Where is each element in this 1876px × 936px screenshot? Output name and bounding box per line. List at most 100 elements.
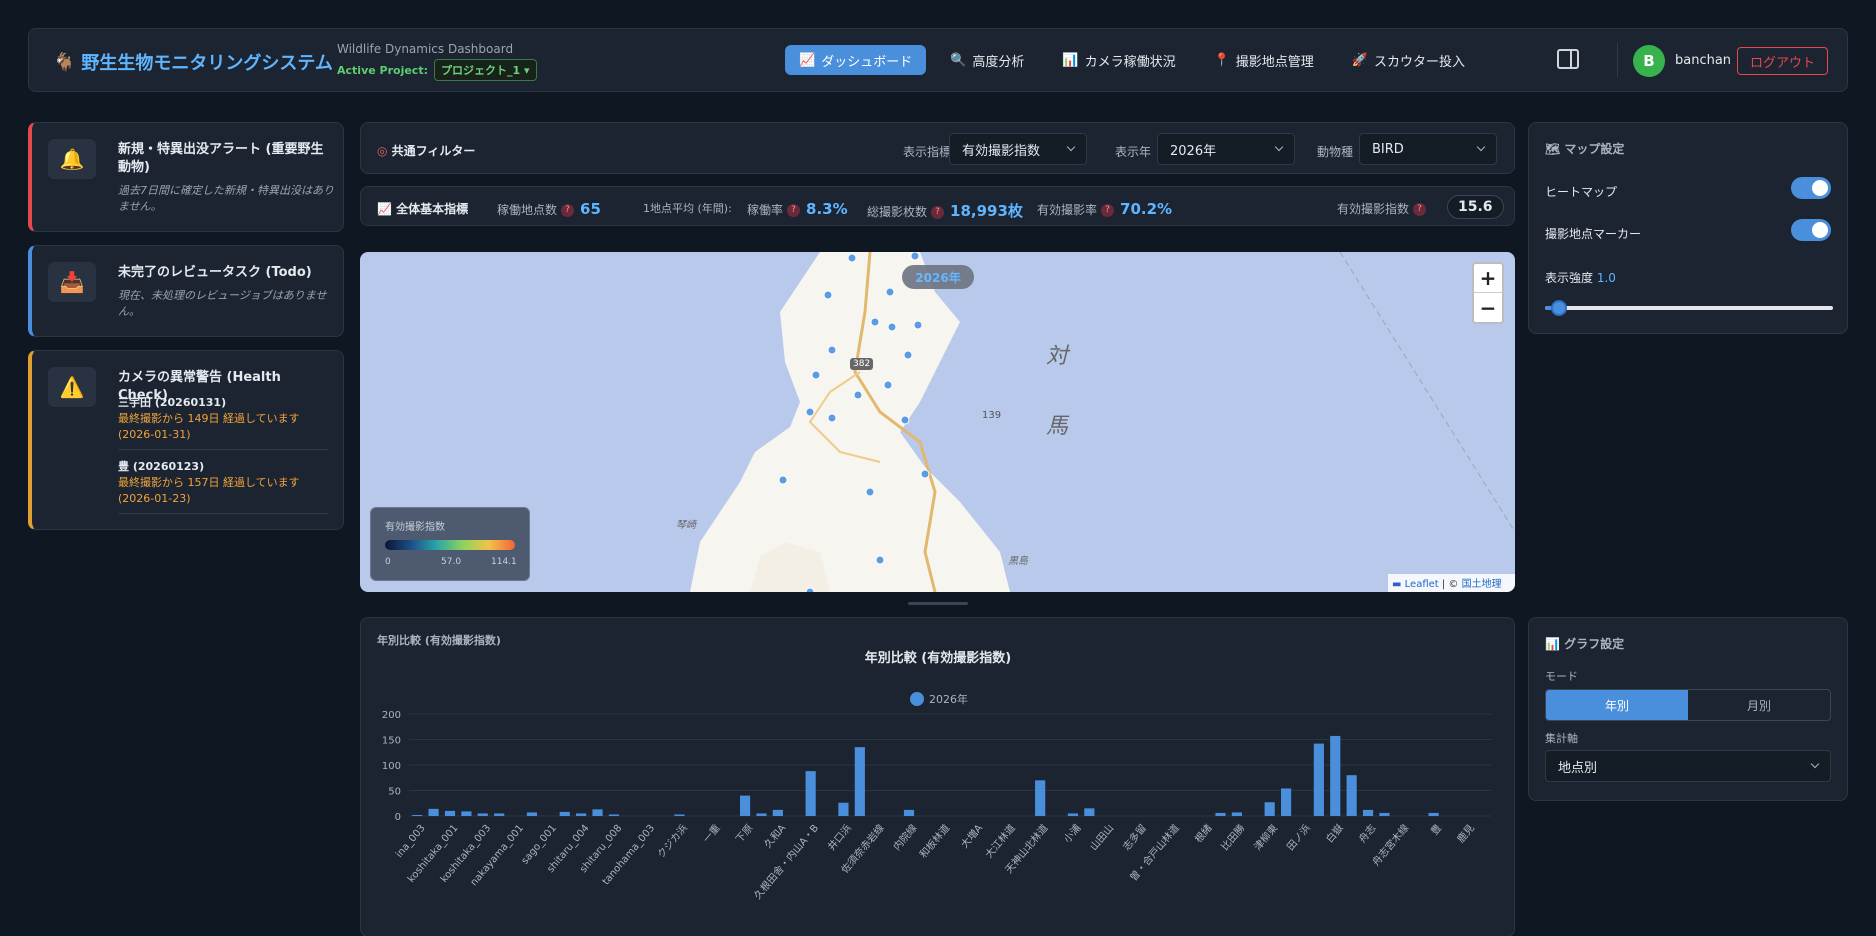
legend-mid: 57.0 bbox=[441, 557, 462, 567]
x-tick-label: 久根田舎・内山A・B bbox=[751, 821, 821, 901]
map-label: 琴崎 bbox=[676, 520, 696, 531]
index-value-pill: 15.6 bbox=[1447, 195, 1504, 219]
bar bbox=[412, 814, 423, 816]
bar bbox=[805, 771, 816, 816]
camera-warning: 最終撮影から 157日 経過しています (2026-01-23) bbox=[118, 476, 300, 505]
logout-button[interactable]: ログアウト bbox=[1737, 47, 1829, 75]
map-label: 対 bbox=[1046, 344, 1069, 369]
axis-select[interactable]: 地点別 bbox=[1545, 750, 1831, 782]
intensity-label: 表示強度 bbox=[1545, 271, 1594, 285]
map-canvas[interactable] bbox=[360, 252, 1515, 592]
graph-settings-panel: 📊 グラフ設定 モード 年別 月別 集計軸 地点別 bbox=[1528, 617, 1848, 801]
resize-handle[interactable] bbox=[908, 602, 968, 605]
help-icon[interactable]: ? bbox=[1101, 204, 1115, 217]
attribution-sep: | © bbox=[1438, 579, 1462, 590]
username: banchan bbox=[1675, 53, 1732, 68]
island-landmass bbox=[690, 252, 1010, 592]
y-tick-label: 100 bbox=[382, 761, 401, 772]
map-label: 139 bbox=[982, 410, 1002, 421]
graph-settings-title-wrap: 📊 グラフ設定 bbox=[1545, 635, 1624, 652]
year-select-value: 2026年 bbox=[1170, 143, 1217, 159]
avatar[interactable]: B bbox=[1633, 45, 1665, 77]
x-tick-label: 下原 bbox=[734, 822, 756, 845]
map-year-badge: 2026年 bbox=[902, 265, 974, 289]
legend-gradient bbox=[385, 540, 515, 550]
species-select[interactable]: BIRD bbox=[1359, 133, 1497, 165]
metric-valid-rate: 有効撮影率? 70.2% bbox=[1037, 200, 1172, 218]
heatmap-toggle[interactable] bbox=[1791, 177, 1831, 199]
help-icon[interactable]: ? bbox=[787, 204, 801, 217]
bar-chart-icon: 📊 bbox=[1545, 637, 1560, 651]
sidebar-toggle-icon[interactable] bbox=[1557, 49, 1579, 69]
bar bbox=[559, 811, 570, 816]
chevron-down-icon bbox=[1274, 142, 1284, 152]
main-nav: 📈 ダッシュボード 🔍 高度分析 📊 カメラ稼働状況 📍 撮影地点管理 🚀 スカウター投入 bbox=[785, 45, 1479, 75]
legend-min: 0 bbox=[385, 557, 391, 567]
metric-index: 有効撮影指数? bbox=[1337, 200, 1427, 217]
map-icon: 🗺 bbox=[1545, 142, 1561, 156]
metric-label: 稼働率 bbox=[747, 203, 784, 217]
card-title: 未完了のレビュータスク (Todo) bbox=[118, 265, 312, 280]
metric-select[interactable]: 有効撮影指数 bbox=[949, 133, 1087, 165]
y-tick-label: 200 bbox=[382, 710, 401, 721]
bar bbox=[1067, 813, 1079, 816]
health-item[interactable]: 三宇田 (20260131) 最終撮影から 149日 経過しています (2026… bbox=[118, 395, 328, 450]
nav-label: ダッシュボード bbox=[821, 54, 913, 70]
health-item[interactable]: 豊 (20260123) 最終撮影から 157日 経過しています (2026-0… bbox=[118, 459, 328, 514]
metric-select-value: 有効撮影指数 bbox=[962, 143, 1041, 159]
help-icon[interactable]: ? bbox=[931, 206, 945, 219]
bar bbox=[608, 814, 620, 816]
camera-name: 豊 (20260123) bbox=[118, 460, 205, 473]
nav-scouter[interactable]: 🚀 スカウター投入 bbox=[1338, 45, 1479, 75]
intensity-value: 1.0 bbox=[1596, 271, 1616, 285]
nav-label: 撮影地点管理 bbox=[1235, 54, 1314, 70]
bar bbox=[772, 809, 783, 816]
metric-label: 有効撮影率 bbox=[1037, 203, 1098, 217]
bar bbox=[1428, 812, 1439, 816]
bar bbox=[1280, 788, 1292, 816]
nav-camera-status[interactable]: 📊 カメラ稼働状況 bbox=[1048, 45, 1189, 75]
overall-metrics: 📈 全体基本指標 稼働地点数? 65 1地点平均 (年間): 稼働率? 8.3% 総… bbox=[360, 186, 1515, 226]
year-label: 表示年 bbox=[1115, 145, 1152, 159]
help-icon[interactable]: ? bbox=[1413, 203, 1427, 216]
slider-knob[interactable] bbox=[1551, 300, 1567, 316]
bar bbox=[756, 813, 767, 816]
zoom-in-button[interactable]: + bbox=[1474, 264, 1502, 293]
chart-icon: 📈 bbox=[377, 202, 392, 216]
nav-dashboard[interactable]: 📈 ダッシュボード bbox=[785, 45, 927, 75]
bar bbox=[1346, 775, 1357, 816]
legend-title: 有効撮影指数 bbox=[385, 522, 445, 533]
help-icon[interactable]: ? bbox=[561, 204, 575, 217]
target-icon: ◎ bbox=[377, 144, 388, 158]
markers-label: 撮影地点マーカー bbox=[1545, 227, 1642, 241]
bar bbox=[1264, 802, 1275, 816]
x-tick-label: 内院線 bbox=[890, 822, 919, 853]
pin-icon: 📍 bbox=[1213, 52, 1230, 68]
mode-yearly-button[interactable]: 年別 bbox=[1546, 690, 1688, 720]
year-select[interactable]: 2026年 bbox=[1157, 133, 1295, 165]
x-tick-label: ina_003 bbox=[394, 823, 428, 860]
metric-label: 有効撮影指数 bbox=[1337, 202, 1410, 216]
x-tick-label: 舟志 bbox=[1356, 822, 1379, 846]
bar bbox=[1084, 808, 1095, 816]
leaflet-link[interactable]: Leaflet bbox=[1405, 579, 1439, 590]
map-view[interactable]: 対 馬 139 382 琴崎 黒島 2026年 + − 有効撮影指数 0 57.… bbox=[360, 252, 1515, 592]
metric-label: 稼働地点数 bbox=[497, 203, 558, 217]
markers-toggle[interactable] bbox=[1791, 219, 1831, 241]
mode-monthly-button[interactable]: 月別 bbox=[1688, 690, 1830, 720]
nav-site-management[interactable]: 📍 撮影地点管理 bbox=[1200, 45, 1328, 75]
project-selector-wrap: Active Project: プロジェクト_1 ▾ bbox=[337, 59, 537, 81]
zoom-out-button[interactable]: − bbox=[1474, 293, 1502, 322]
x-tick-label: 津柳東 bbox=[1251, 822, 1280, 853]
rocket-icon: 🚀 bbox=[1351, 52, 1368, 68]
divider bbox=[1617, 43, 1618, 77]
species-label: 動物種 bbox=[1317, 145, 1354, 159]
yearly-comparison-chart-panel: 年別比較 (有効撮影指数) 年別比較 (有効撮影指数) 2026年 0 50 100 15… bbox=[360, 617, 1515, 936]
brand[interactable]: 🐐 野生生物モニタリングシステム bbox=[53, 49, 333, 75]
map-settings-title-wrap: 🗺 マップ設定 bbox=[1545, 140, 1624, 157]
x-tick-label: 豊 bbox=[1428, 822, 1444, 838]
bar bbox=[838, 802, 849, 816]
nav-advanced-analysis[interactable]: 🔍 高度分析 bbox=[936, 45, 1038, 75]
project-select[interactable]: プロジェクト_1 ▾ bbox=[433, 59, 537, 81]
intensity-slider[interactable] bbox=[1545, 300, 1833, 316]
